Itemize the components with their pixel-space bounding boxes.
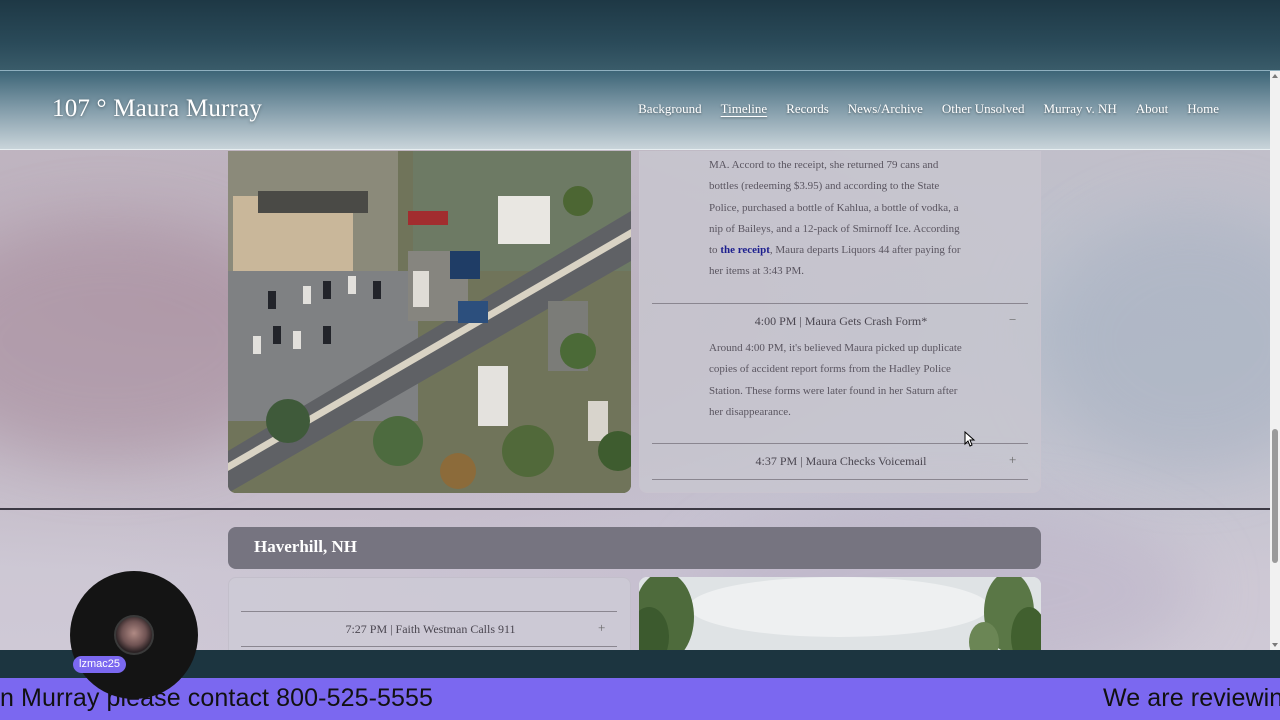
- nav-home[interactable]: Home: [1187, 101, 1219, 117]
- accordion-divider: [652, 479, 1028, 480]
- forest-photo: [639, 577, 1041, 650]
- nav-other-unsolved[interactable]: Other Unsolved: [942, 101, 1025, 117]
- website-viewport: 107 ° Maura Murray Background Timeline R…: [0, 71, 1280, 650]
- mouse-cursor-icon: [964, 431, 976, 447]
- paragraph-line: Station. These forms were later found in…: [709, 384, 958, 397]
- paragraph-line: Around 4:00 PM, it's believed Maura pick…: [709, 342, 962, 354]
- aerial-map-image: [228, 151, 631, 493]
- stream-top-band: [0, 0, 1280, 71]
- site-header: 107 ° Maura Murray Background Timeline R…: [0, 71, 1270, 150]
- location-section-header: Haverhill, NH: [228, 527, 1041, 569]
- paragraph-line: bottles (redeeming $3.95) and according …: [709, 180, 940, 193]
- nav-records[interactable]: Records: [786, 101, 829, 117]
- ticker-text-right: We are reviewin: [1103, 684, 1280, 712]
- section-divider: [0, 508, 1270, 510]
- scrollbar-thumb[interactable]: [1272, 429, 1278, 563]
- crash-form-accordion-title[interactable]: 4:00 PM | Maura Gets Crash Form*: [640, 314, 1042, 329]
- ticker-text-left: n Murray please contact 800-525-5555: [0, 684, 434, 712]
- site-logo-title[interactable]: 107 ° Maura Murray: [52, 95, 262, 123]
- accordion-divider: [241, 646, 617, 647]
- expand-icon[interactable]: +: [1009, 452, 1016, 468]
- page-scrollbar[interactable]: [1270, 71, 1280, 650]
- accordion-divider: [241, 611, 617, 612]
- streamer-avatar: [70, 571, 198, 699]
- expand-icon[interactable]: +: [598, 620, 605, 636]
- nav-news-archive[interactable]: News/Archive: [848, 101, 923, 117]
- scroll-down-arrow-icon[interactable]: [1272, 643, 1278, 647]
- paragraph-line: MA. Accord to the receipt, she returned …: [709, 159, 939, 171]
- collapse-icon[interactable]: −: [1009, 312, 1016, 328]
- nav-timeline[interactable]: Timeline: [721, 101, 767, 117]
- receipt-link[interactable]: the receipt: [720, 244, 770, 256]
- paragraph-line: nip of Baileys, and a 12-pack of Smirnof…: [709, 222, 960, 235]
- paragraph-line: copies of accident report forms from the…: [709, 363, 951, 376]
- nav-about[interactable]: About: [1136, 101, 1169, 117]
- forest-illustration: [639, 577, 1041, 650]
- paragraph-line: her disappearance.: [709, 405, 791, 418]
- background-mist: [1040, 211, 1280, 471]
- streamer-username-badge: lzmac25: [73, 656, 126, 673]
- crash-form-paragraph: Around 4:00 PM, it's believed Maura pick…: [709, 338, 979, 423]
- nav-murray-v-nh[interactable]: Murray v. NH: [1044, 101, 1117, 117]
- stream-ticker: n Murray please contact 800-525-5555 We …: [0, 678, 1280, 720]
- paragraph-text: to: [709, 244, 721, 257]
- paragraph-text: , Maura departs Liquors 44 after paying …: [769, 244, 961, 257]
- faith-westman-accordion-title[interactable]: 7:27 PM | Faith Westman Calls 911: [229, 622, 632, 637]
- receipt-paragraph: MA. Accord to the receipt, she returned …: [709, 155, 979, 283]
- accordion-divider: [652, 303, 1028, 304]
- main-nav: Background Timeline Records News/Archive…: [638, 101, 1219, 117]
- scroll-up-arrow-icon[interactable]: [1272, 74, 1278, 78]
- avatar-photo: [114, 615, 154, 655]
- nav-background[interactable]: Background: [638, 101, 702, 117]
- timeline-accordion-card: MA. Accord to the receipt, she returned …: [639, 151, 1041, 493]
- section-title: Haverhill, NH: [254, 537, 357, 556]
- haverhill-accordion-card: 7:27 PM | Faith Westman Calls 911 +: [228, 577, 631, 650]
- paragraph-line: to the receipt, Maura departs Liquors 44…: [709, 240, 979, 261]
- paragraph-line: her items at 3:43 PM.: [709, 265, 805, 278]
- voicemail-accordion-title[interactable]: 4:37 PM | Maura Checks Voicemail: [640, 454, 1042, 469]
- paragraph-line: Police, purchased a bottle of Kahlua, a …: [709, 201, 959, 214]
- aerial-illustration: [228, 151, 631, 493]
